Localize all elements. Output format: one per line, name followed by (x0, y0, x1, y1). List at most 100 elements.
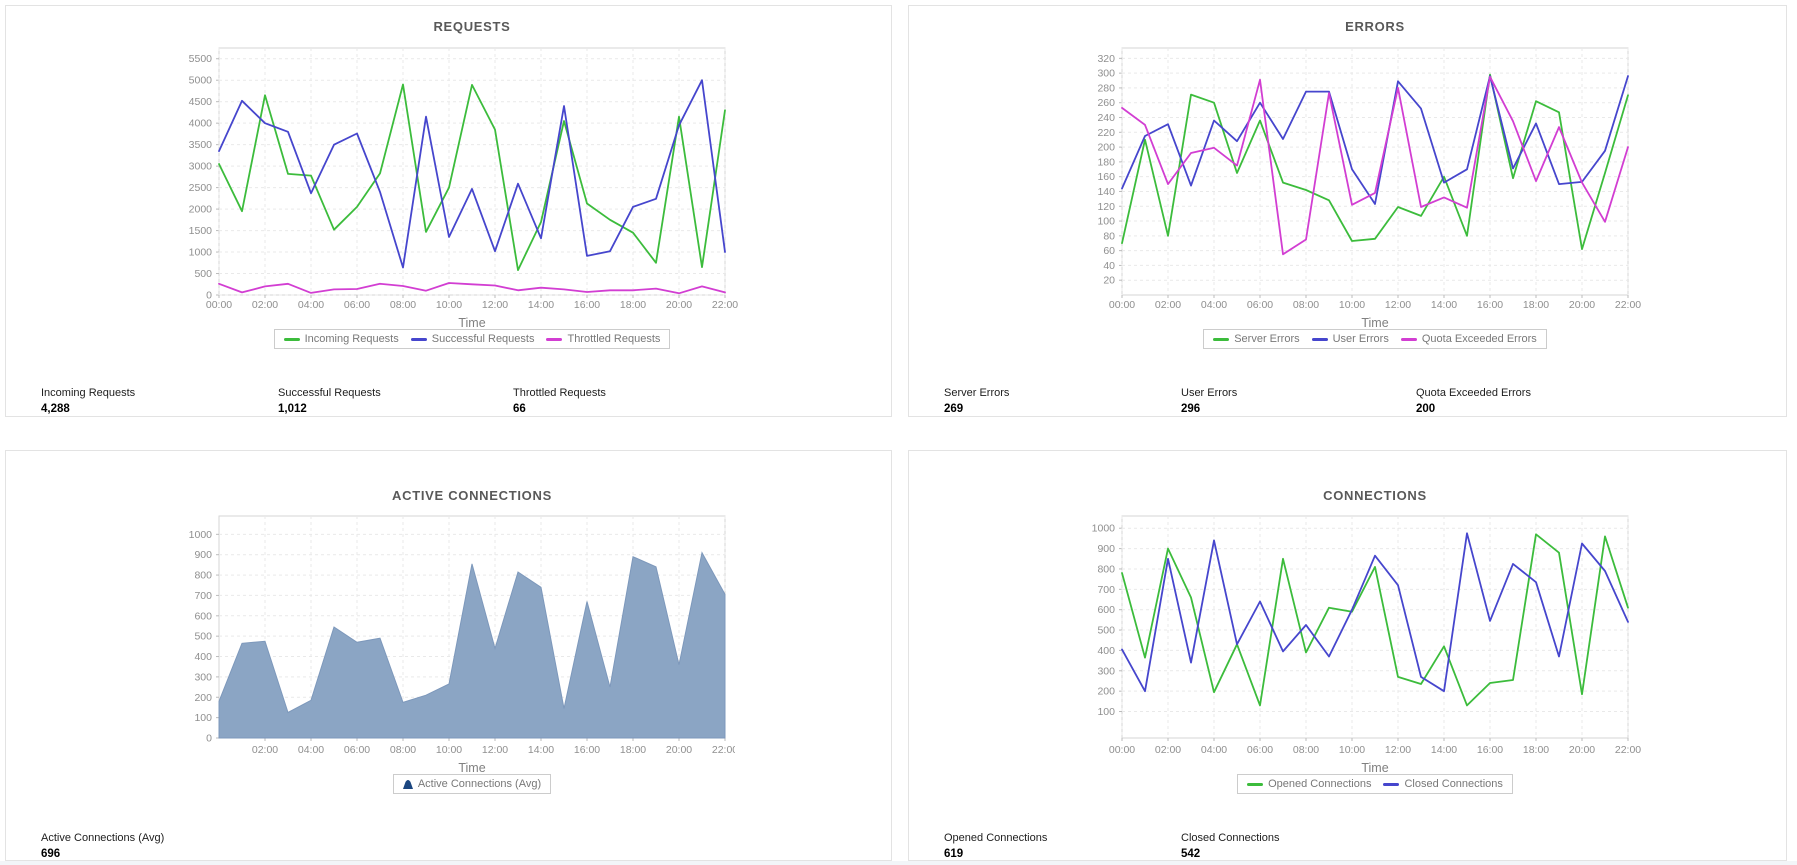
svg-text:16:00: 16:00 (574, 744, 600, 756)
svg-text:14:00: 14:00 (528, 299, 554, 311)
svg-text:22:00: 22:00 (1615, 744, 1641, 756)
svg-text:Time: Time (1361, 316, 1388, 330)
legend-label: Opened Connections (1268, 778, 1372, 790)
svg-text:12:00: 12:00 (1385, 299, 1411, 311)
stat-label: Closed Connections (1181, 832, 1280, 844)
connections-legend: Opened Connections Closed Connections (1237, 774, 1513, 794)
svg-text:14:00: 14:00 (1431, 299, 1457, 311)
requests-chart-canvas[interactable]: 0 500 1000 1500 2000 2500 3000 3500 4000 4500 5000… (171, 42, 771, 339)
svg-text:20:00: 20:00 (1569, 299, 1595, 311)
stat-label: User Errors (1181, 387, 1238, 399)
svg-text:600: 600 (194, 610, 212, 622)
svg-text:22:00: 22:00 (1615, 299, 1641, 311)
svg-text:200: 200 (1097, 142, 1115, 154)
svg-text:Time: Time (458, 761, 485, 775)
stat-closed-connections: Closed Connections 542 (1181, 832, 1279, 862)
svg-text:12:00: 12:00 (1385, 744, 1411, 756)
svg-text:0: 0 (206, 733, 212, 745)
svg-text:12:00: 12:00 (482, 299, 508, 311)
connections-chart-canvas[interactable]: 100 200 300 400 500 600 700 800 900 1000 00:00 02:0… (1074, 487, 1674, 784)
legend-item-incoming-requests[interactable]: Incoming Requests (283, 333, 399, 345)
legend-item-opened-connections[interactable]: Opened Connections (1247, 778, 1371, 790)
stat-value: 269 (944, 403, 964, 416)
series-line-icon (1247, 782, 1264, 786)
svg-text:18:00: 18:00 (1523, 744, 1549, 756)
svg-text:500: 500 (194, 631, 212, 643)
svg-text:600: 600 (1097, 604, 1115, 616)
svg-text:06:00: 06:00 (1247, 744, 1273, 756)
stat-label: Active Connections (Avg) (41, 832, 165, 844)
chart-title-errors: ERRORS (1345, 19, 1405, 34)
series-line-icon (1400, 337, 1417, 341)
svg-text:400: 400 (194, 651, 212, 663)
svg-text:20:00: 20:00 (1569, 744, 1595, 756)
stat-user-errors: User Errors 296 (1181, 387, 1237, 417)
legend-item-quota-exceeded-errors[interactable]: Quota Exceeded Errors (1400, 333, 1537, 345)
stat-quota-exceeded-errors: Quota Exceeded Errors 200 (1416, 387, 1531, 417)
chart-svg: 20 40 60 80 100 120 140 160 180 200 220 240 260 280 30… (1097, 47, 1641, 330)
series-line-icon (410, 337, 427, 341)
legend-label: Closed Connections (1404, 778, 1503, 790)
stat-value: 296 (1181, 403, 1201, 416)
svg-text:3000: 3000 (189, 161, 213, 173)
svg-text:4500: 4500 (189, 96, 213, 108)
svg-text:22:00: 22:00 (712, 299, 738, 311)
svg-text:18:00: 18:00 (1523, 299, 1549, 311)
legend-item-server-errors[interactable]: Server Errors (1213, 333, 1300, 345)
svg-text:700: 700 (1097, 584, 1115, 596)
svg-text:1000: 1000 (1092, 523, 1116, 535)
svg-text:Time: Time (1361, 761, 1388, 775)
svg-text:00:00: 00:00 (1109, 299, 1135, 311)
svg-text:280: 280 (1097, 82, 1115, 94)
svg-text:16:00: 16:00 (574, 299, 600, 311)
svg-text:200: 200 (194, 692, 212, 704)
svg-text:06:00: 06:00 (1247, 299, 1273, 311)
svg-text:300: 300 (1097, 665, 1115, 677)
panel-requests: REQUESTS 0 500 1000 1500 2000 2500 3000 3500 400… (5, 5, 892, 417)
svg-text:04:00: 04:00 (1201, 299, 1227, 311)
svg-text:5000: 5000 (189, 75, 213, 87)
svg-text:1000: 1000 (189, 529, 213, 541)
legend-item-user-errors[interactable]: User Errors (1311, 333, 1389, 345)
svg-text:80: 80 (1103, 230, 1115, 242)
requests-legend: Incoming Requests Successful Requests Thro… (273, 329, 671, 349)
legend-item-active-connections-avg-[interactable]: Active Connections (Avg) (402, 778, 541, 790)
svg-text:04:00: 04:00 (1201, 744, 1227, 756)
stat-value: 66 (513, 403, 526, 416)
dashboard-page: { "accent_colors": { "green": "#3cbc3c",… (0, 0, 1797, 865)
svg-text:02:00: 02:00 (252, 299, 278, 311)
stat-successful-requests: Successful Requests 1,012 (278, 387, 381, 417)
panel-connections: CONNECTIONS 100 200 300 400 500 600 700 800 900 1… (908, 450, 1787, 861)
svg-text:12:00: 12:00 (482, 744, 508, 756)
svg-text:08:00: 08:00 (390, 299, 416, 311)
legend-label: Successful Requests (431, 333, 535, 345)
stat-value: 619 (944, 848, 964, 861)
legend-label: Throttled Requests (567, 333, 661, 345)
svg-text:20: 20 (1103, 275, 1115, 287)
svg-text:02:00: 02:00 (252, 744, 278, 756)
legend-item-closed-connections[interactable]: Closed Connections (1383, 778, 1503, 790)
stat-value: 696 (41, 848, 61, 861)
errors-chart-canvas[interactable]: 20 40 60 80 100 120 140 160 180 200 220 240 260 280 30… (1074, 42, 1674, 339)
svg-text:500: 500 (194, 268, 212, 280)
stat-label: Throttled Requests (513, 387, 606, 399)
stat-throttled-requests: Throttled Requests 66 (513, 387, 606, 417)
svg-text:14:00: 14:00 (528, 744, 554, 756)
svg-text:2000: 2000 (189, 204, 213, 216)
stat-value: 200 (1416, 403, 1436, 416)
legend-item-throttled-requests[interactable]: Throttled Requests (546, 333, 660, 345)
legend-item-successful-requests[interactable]: Successful Requests (410, 333, 535, 345)
svg-text:300: 300 (194, 671, 212, 683)
legend-label: User Errors (1332, 333, 1389, 345)
svg-text:2500: 2500 (189, 182, 213, 194)
stat-label: Successful Requests (278, 387, 381, 399)
svg-text:22:00: 22:00 (712, 744, 735, 756)
active-connections-chart-canvas[interactable]: 0 100 200 300 400 500 600 700 800 900 1000 02:00 04:… (171, 487, 738, 784)
svg-text:140: 140 (1097, 186, 1115, 198)
svg-text:800: 800 (1097, 563, 1115, 575)
svg-text:08:00: 08:00 (1293, 299, 1319, 311)
svg-text:10:00: 10:00 (436, 299, 462, 311)
svg-text:260: 260 (1097, 97, 1115, 109)
svg-text:06:00: 06:00 (344, 299, 370, 311)
svg-text:02:00: 02:00 (1155, 744, 1181, 756)
